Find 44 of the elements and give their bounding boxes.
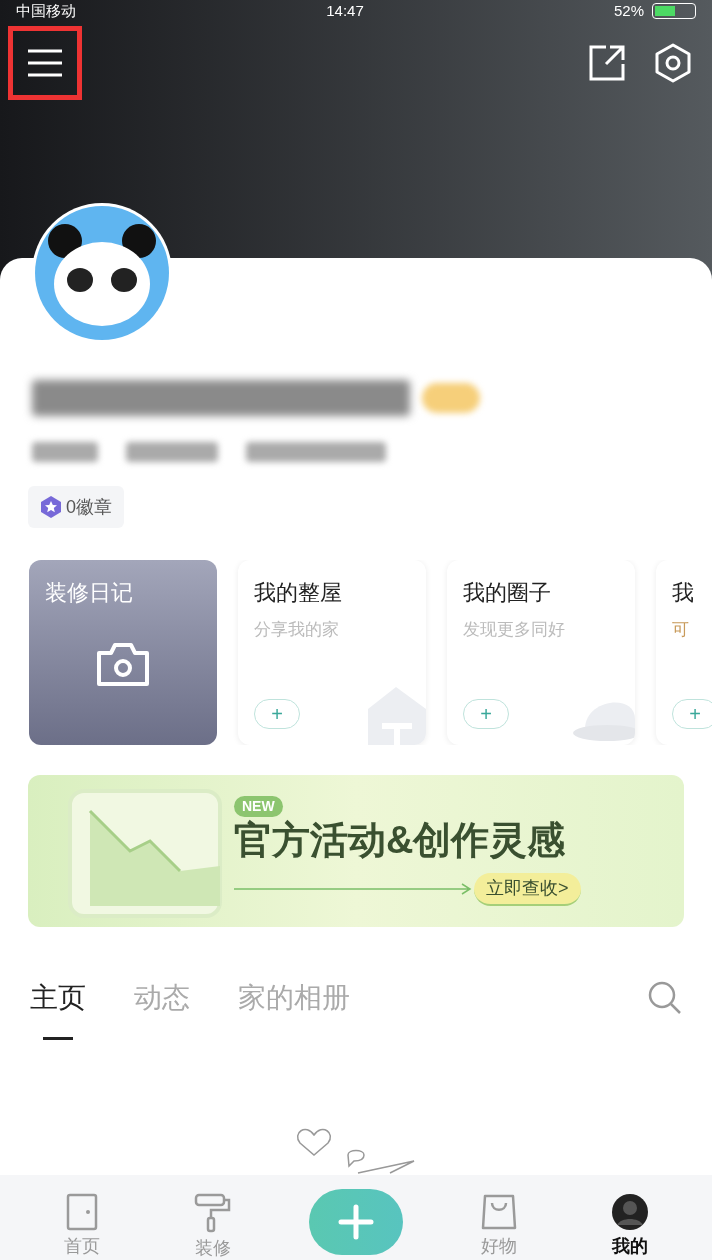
card-subtitle: 发现更多同好 (463, 619, 566, 641)
arrow-icon (234, 883, 474, 896)
profile-tab[interactable]: 动态 (134, 977, 190, 1040)
battery-percent: 52% (613, 0, 644, 21)
card-title: 我的圈子 (463, 579, 552, 607)
card-subtitle: 分享我的家 (254, 619, 340, 641)
profile-tab[interactable]: 主页 (30, 977, 86, 1040)
carrier: 中国移动 (16, 0, 76, 21)
diary-card[interactable]: 装修日记 (29, 560, 217, 745)
badge-star-icon (40, 495, 62, 519)
menu-button[interactable] (8, 26, 82, 100)
card-title: 我 (672, 579, 695, 607)
camera-icon (95, 641, 151, 687)
door-icon (64, 1193, 99, 1231)
menu-icon (26, 48, 64, 78)
avatar[interactable] (35, 206, 169, 340)
paint-roller-icon (193, 1193, 232, 1233)
search-icon[interactable] (648, 981, 682, 1015)
nav-tab[interactable]: 首页 (46, 1193, 117, 1260)
entry-card[interactable]: 我的整屋 分享我的家 + (238, 560, 426, 745)
settings-icon[interactable] (654, 43, 692, 83)
card-title: 我的整屋 (254, 579, 343, 607)
shopping-bag-icon (481, 1193, 518, 1231)
blurred-stat (32, 442, 98, 462)
avatar-icon (611, 1193, 650, 1231)
entry-card[interactable]: 我的圈子 发现更多同好 + (447, 560, 635, 745)
badge-chip[interactable]: 0徽章 (28, 486, 124, 528)
card-title: 装修日记 (45, 579, 133, 607)
share-icon[interactable] (588, 44, 626, 82)
entry-card[interactable]: 我 可 + (656, 560, 712, 745)
banner-title: 官方活动&创作灵感 (234, 818, 567, 864)
activity-banner[interactable]: NEW 官方活动&创作灵感 立即查收> (28, 775, 684, 927)
collect-button[interactable]: 立即查收> (474, 872, 581, 906)
card-subtitle: 可 (672, 619, 690, 641)
badge-count: 0徽章 (66, 495, 112, 519)
new-tag: NEW (234, 796, 283, 818)
clock: 14:47 (326, 0, 364, 21)
blurred-level-badge (422, 383, 480, 413)
nav-tab[interactable]: 装修 (177, 1193, 248, 1260)
profile-tab[interactable]: 家的相册 (238, 977, 350, 1040)
battery-icon (652, 3, 696, 19)
nav-tab[interactable]: 我的 (595, 1193, 666, 1260)
nav-tab[interactable]: 好物 (464, 1193, 535, 1260)
plus-icon (337, 1204, 374, 1240)
